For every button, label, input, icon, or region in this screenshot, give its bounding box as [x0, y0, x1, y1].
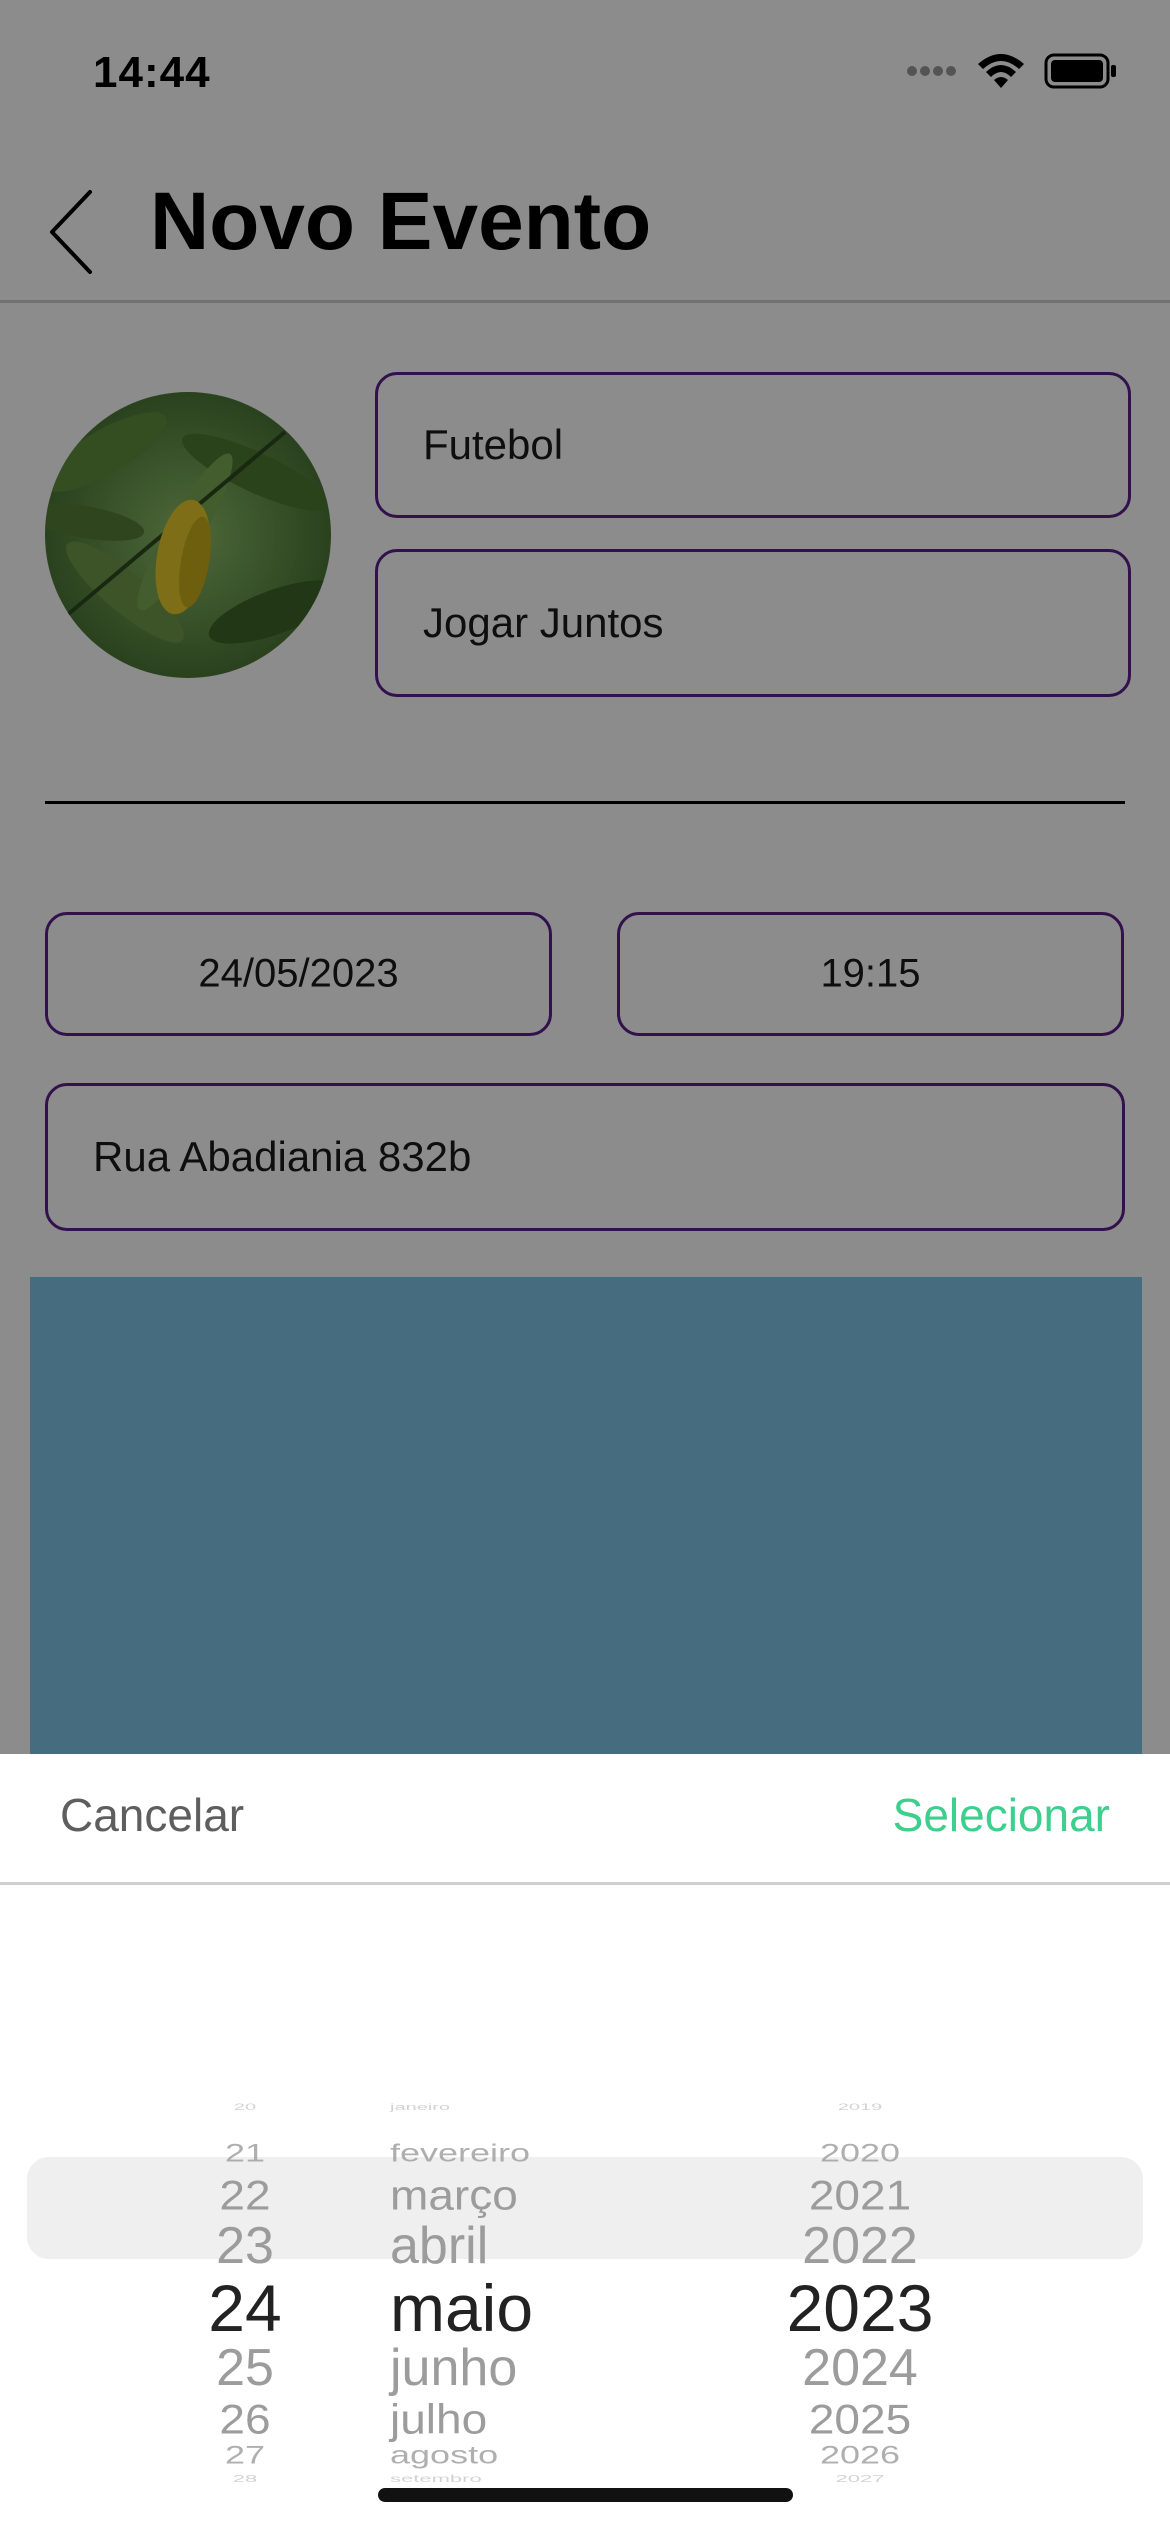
new-event-screen: 14:44 Novo Evento Futebol Jogar Juntos 2… — [0, 0, 1170, 2532]
day-option[interactable]: 23 — [140, 2216, 350, 2276]
picker-toolbar: Cancelar Selecionar — [0, 1754, 1170, 1885]
month-option[interactable]: abril — [390, 2216, 488, 2276]
year-column[interactable]: 2019 2020 2021 2022 2023 2024 2025 2026 … — [740, 1944, 980, 2484]
home-indicator — [378, 2488, 793, 2502]
year-option[interactable]: 2024 — [740, 2338, 980, 2398]
year-option[interactable]: 2020 — [740, 2138, 980, 2167]
day-option[interactable]: 20 — [140, 2102, 350, 2112]
month-option[interactable]: junho — [390, 2338, 517, 2398]
day-option[interactable]: 28 — [140, 2473, 350, 2484]
month-option[interactable]: julho — [390, 2395, 487, 2444]
year-option[interactable]: 2026 — [740, 2440, 980, 2469]
day-option[interactable]: 26 — [140, 2395, 350, 2444]
day-option[interactable]: 27 — [140, 2440, 350, 2469]
month-option-selected[interactable]: maio — [390, 2270, 533, 2346]
select-button[interactable]: Selecionar — [893, 1788, 1110, 1842]
year-option[interactable]: 2021 — [740, 2171, 980, 2220]
day-option[interactable]: 25 — [140, 2338, 350, 2398]
day-column[interactable]: 20 21 22 23 24 25 26 27 28 — [140, 1944, 350, 2484]
year-option[interactable]: 2019 — [740, 2102, 980, 2112]
month-option[interactable]: fevereiro — [390, 2138, 530, 2167]
day-option-selected[interactable]: 24 — [140, 2270, 350, 2346]
modal-dim-overlay[interactable] — [0, 0, 1170, 1754]
month-option[interactable]: agosto — [390, 2440, 498, 2469]
day-option[interactable]: 21 — [140, 2138, 350, 2167]
month-option[interactable]: março — [390, 2171, 518, 2220]
date-picker-sheet: Cancelar Selecionar 20 21 22 23 24 25 26… — [0, 1754, 1170, 2532]
month-option[interactable]: janeiro — [390, 2102, 450, 2112]
month-option[interactable]: setembro — [390, 2473, 482, 2484]
year-option[interactable]: 2025 — [740, 2395, 980, 2444]
date-picker-wheel[interactable]: 20 21 22 23 24 25 26 27 28 janeiro fever… — [0, 1944, 1170, 2484]
cancel-button[interactable]: Cancelar — [60, 1788, 244, 1842]
year-option[interactable]: 2022 — [740, 2216, 980, 2276]
year-option[interactable]: 2027 — [740, 2473, 980, 2484]
year-option-selected[interactable]: 2023 — [740, 2270, 980, 2346]
month-column[interactable]: janeiro fevereiro março abril maio junho… — [350, 1944, 710, 2484]
day-option[interactable]: 22 — [140, 2171, 350, 2220]
